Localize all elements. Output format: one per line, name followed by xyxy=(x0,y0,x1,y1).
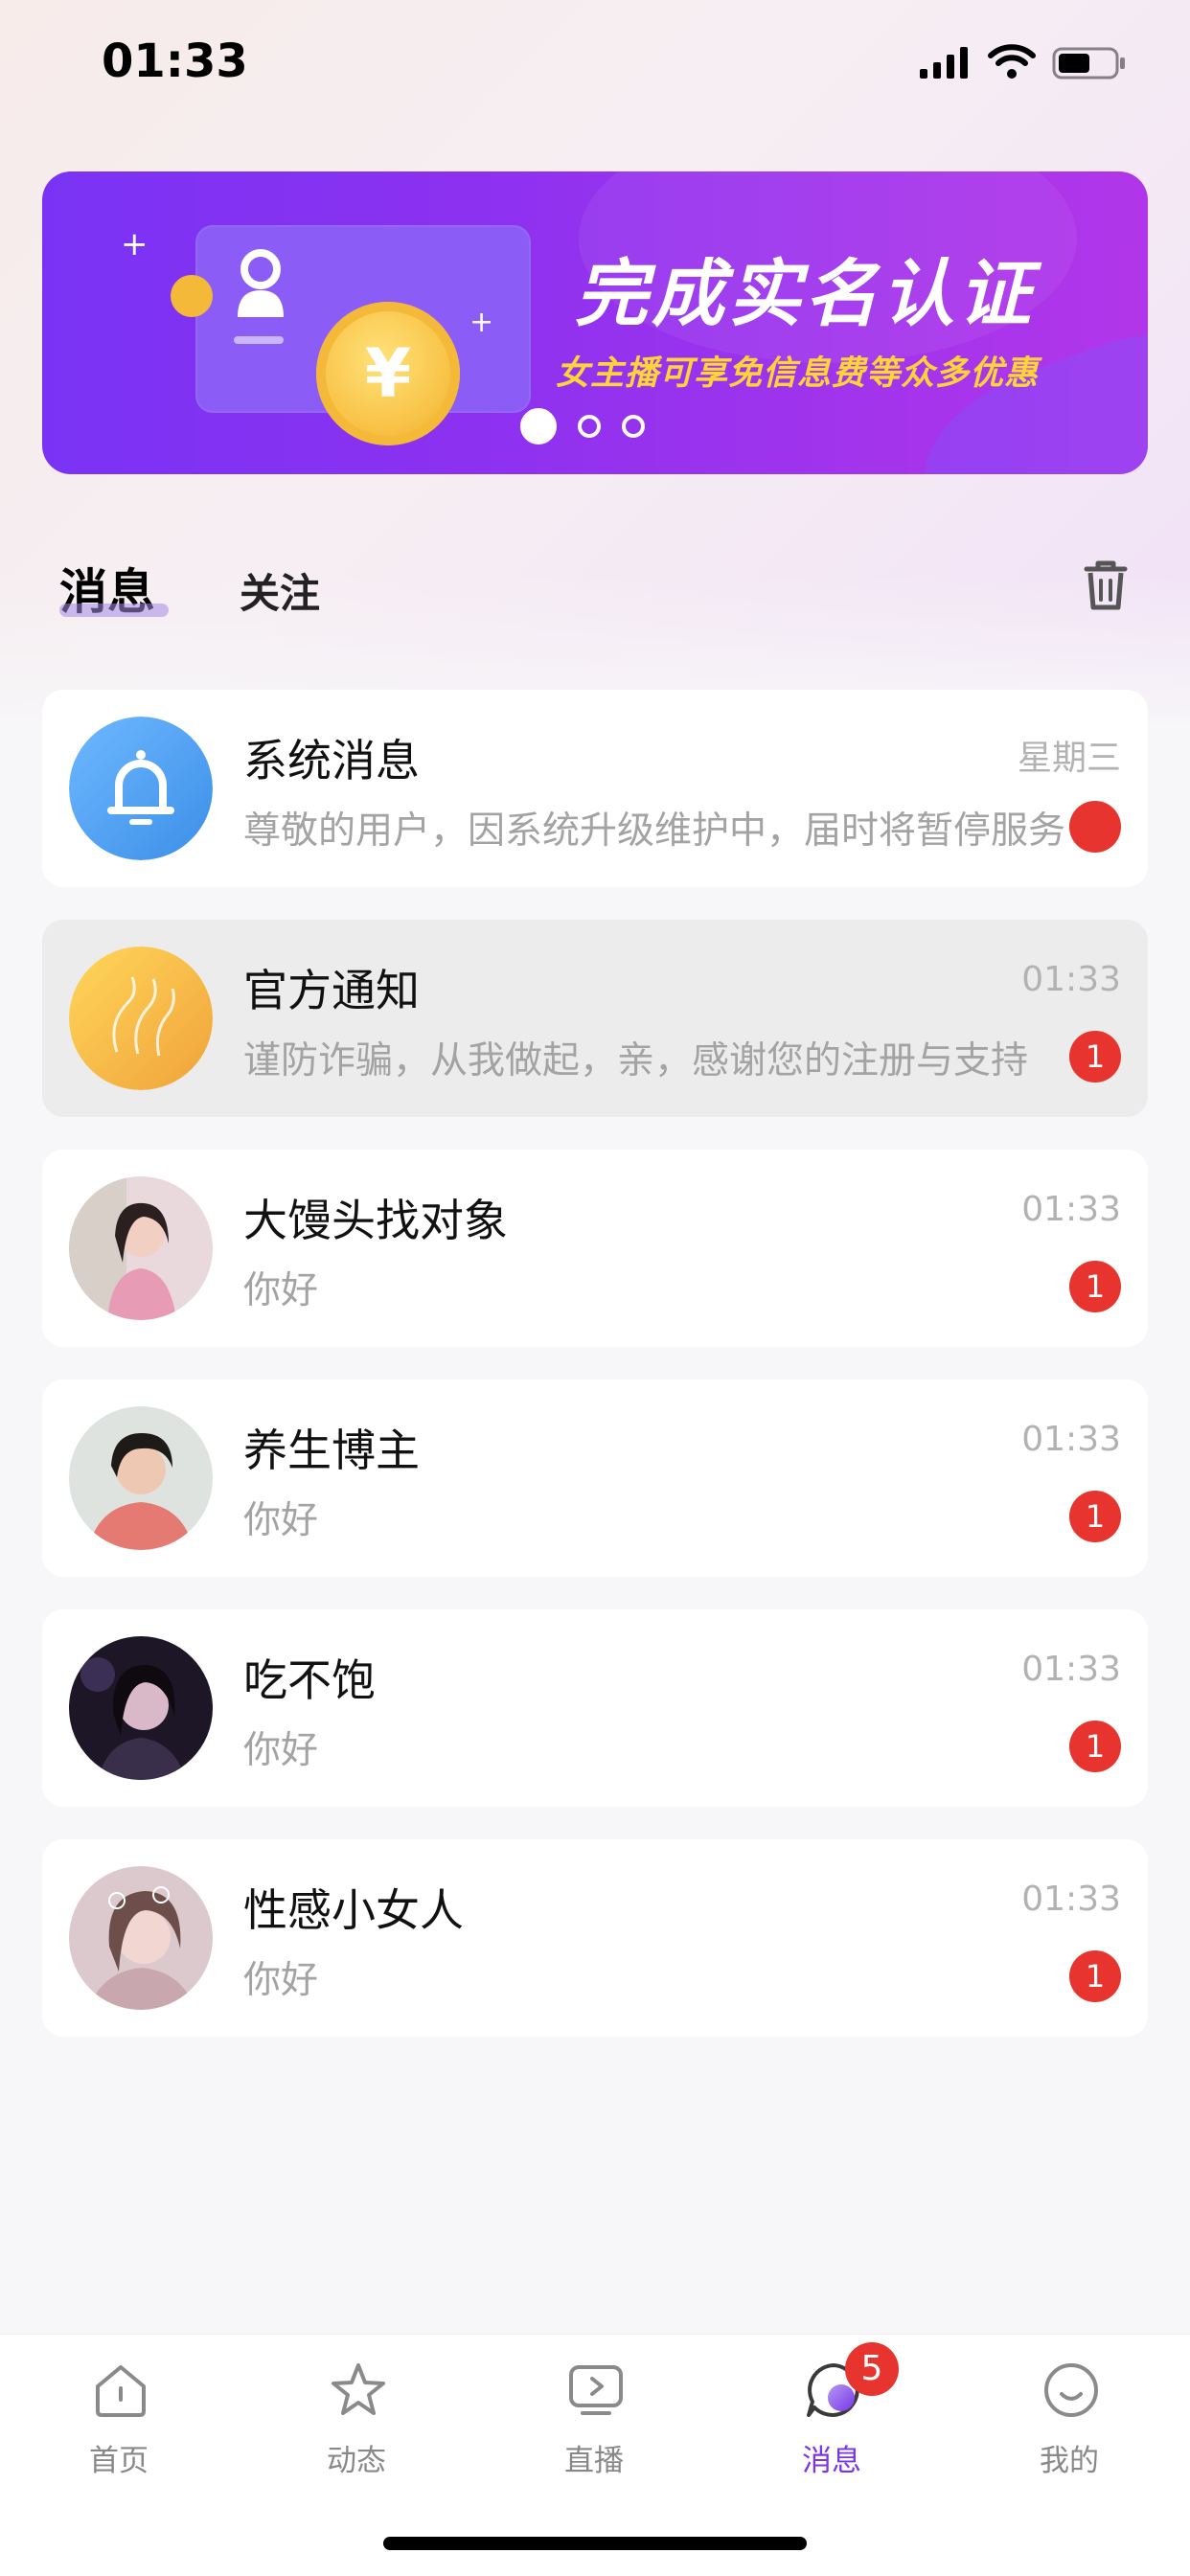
tab-active-indicator xyxy=(59,604,169,617)
nav-unread-badge: 5 xyxy=(845,2342,899,2396)
conversation-item[interactable]: 大馒头找对象 你好 01:33 1 xyxy=(42,1150,1148,1347)
conversation-time: 01:33 xyxy=(1021,960,1121,999)
nav-feed[interactable]: 动态 xyxy=(261,2335,452,2517)
user-avatar xyxy=(69,1866,213,2010)
card-line xyxy=(234,336,284,344)
yuan-coin-icon: ¥ xyxy=(316,302,460,445)
home-indicator[interactable] xyxy=(383,2537,807,2550)
home-icon xyxy=(96,2365,146,2417)
conversation-item[interactable]: 系统消息 尊敬的用户，因系统升级维护中，届时将暂停服务 星期三 xyxy=(42,690,1148,887)
nav-label: 消息 xyxy=(802,2444,861,2478)
sparkle-icon: + xyxy=(469,306,494,339)
conversation-name: 养生博主 xyxy=(243,1425,420,1476)
user-avatar xyxy=(69,1636,213,1780)
conversation-name: 吃不饱 xyxy=(243,1654,376,1706)
conversation-name: 官方通知 xyxy=(243,965,420,1016)
pagination-dot[interactable] xyxy=(578,415,601,438)
nav-label: 我的 xyxy=(1040,2444,1099,2478)
bell-icon xyxy=(69,717,213,860)
user-avatar xyxy=(69,1406,213,1550)
live-tv-icon xyxy=(569,2365,623,2415)
conversation-preview: 你好 xyxy=(243,1959,319,2002)
battery-icon xyxy=(1052,47,1125,80)
smiley-icon xyxy=(1044,2363,1098,2417)
banner-title: 完成实名认证 xyxy=(575,251,1035,336)
conversation-time: 星期三 xyxy=(1017,739,1121,778)
conversation-time: 01:33 xyxy=(1021,1650,1121,1689)
conversation-preview: 谨防诈骗，从我做起，亲，感谢您的注册与支持 xyxy=(243,1039,1029,1083)
small-coin-graphic xyxy=(171,275,213,317)
promo-banner[interactable]: ¥ + + 完成实名认证 女主播可享免信息费等众多优惠 xyxy=(42,171,1148,474)
conversation-time: 01:33 xyxy=(1021,1420,1121,1459)
status-time: 01:33 xyxy=(102,34,248,88)
nav-messages[interactable]: 5 消息 xyxy=(736,2335,927,2517)
nav-live[interactable]: 直播 xyxy=(498,2335,690,2517)
banner-pagination xyxy=(520,408,645,445)
nav-label: 动态 xyxy=(327,2444,386,2478)
conversation-preview: 尊敬的用户，因系统升级维护中，届时将暂停服务 xyxy=(243,809,1066,853)
nav-home[interactable]: 首页 xyxy=(23,2335,215,2517)
nav-label: 直播 xyxy=(564,2444,624,2478)
conversation-item[interactable]: 性感小女人 你好 01:33 1 xyxy=(42,1839,1148,2037)
conversation-item[interactable]: 吃不饱 你好 01:33 1 xyxy=(42,1609,1148,1807)
pagination-dot[interactable] xyxy=(622,415,645,438)
tab-following[interactable]: 关注 xyxy=(240,561,320,620)
unread-badge: 1 xyxy=(1069,1491,1121,1542)
pagination-dot-active[interactable] xyxy=(520,408,557,445)
conversation-time: 01:33 xyxy=(1021,1190,1121,1229)
user-avatar xyxy=(69,1176,213,1320)
status-bar: 01:33 xyxy=(0,0,1190,125)
conversation-name: 系统消息 xyxy=(243,735,420,786)
conversation-time: 01:33 xyxy=(1021,1880,1121,1919)
unread-badge: 1 xyxy=(1069,1721,1121,1772)
nav-profile[interactable]: 我的 xyxy=(973,2335,1165,2517)
conversation-preview: 你好 xyxy=(243,1499,319,1542)
conversation-preview: 你好 xyxy=(243,1729,319,1772)
wifi-icon xyxy=(988,44,1036,79)
sparkle-icon: + xyxy=(121,225,149,263)
unread-badge: 1 xyxy=(1069,1950,1121,2002)
nav-label: 首页 xyxy=(89,2444,149,2478)
trash-icon[interactable] xyxy=(1077,556,1134,613)
unread-badge: 1 xyxy=(1069,1031,1121,1083)
unread-badge xyxy=(1069,801,1121,853)
cellular-signal-icon xyxy=(920,47,968,79)
unread-badge: 1 xyxy=(1069,1261,1121,1312)
conversation-item[interactable]: 官方通知 谨防诈骗，从我做起，亲，感谢您的注册与支持 01:33 1 xyxy=(42,920,1148,1117)
conversation-name: 性感小女人 xyxy=(243,1884,464,1936)
banner-subtitle: 女主播可享免信息费等众多优惠 xyxy=(556,354,1040,393)
conversation-preview: 你好 xyxy=(243,1269,319,1312)
official-logo-icon xyxy=(69,946,213,1090)
star-icon xyxy=(332,2363,385,2415)
conversation-item[interactable]: 养生博主 你好 01:33 1 xyxy=(42,1379,1148,1577)
conversation-name: 大馒头找对象 xyxy=(243,1195,508,1246)
person-icon xyxy=(238,249,284,317)
